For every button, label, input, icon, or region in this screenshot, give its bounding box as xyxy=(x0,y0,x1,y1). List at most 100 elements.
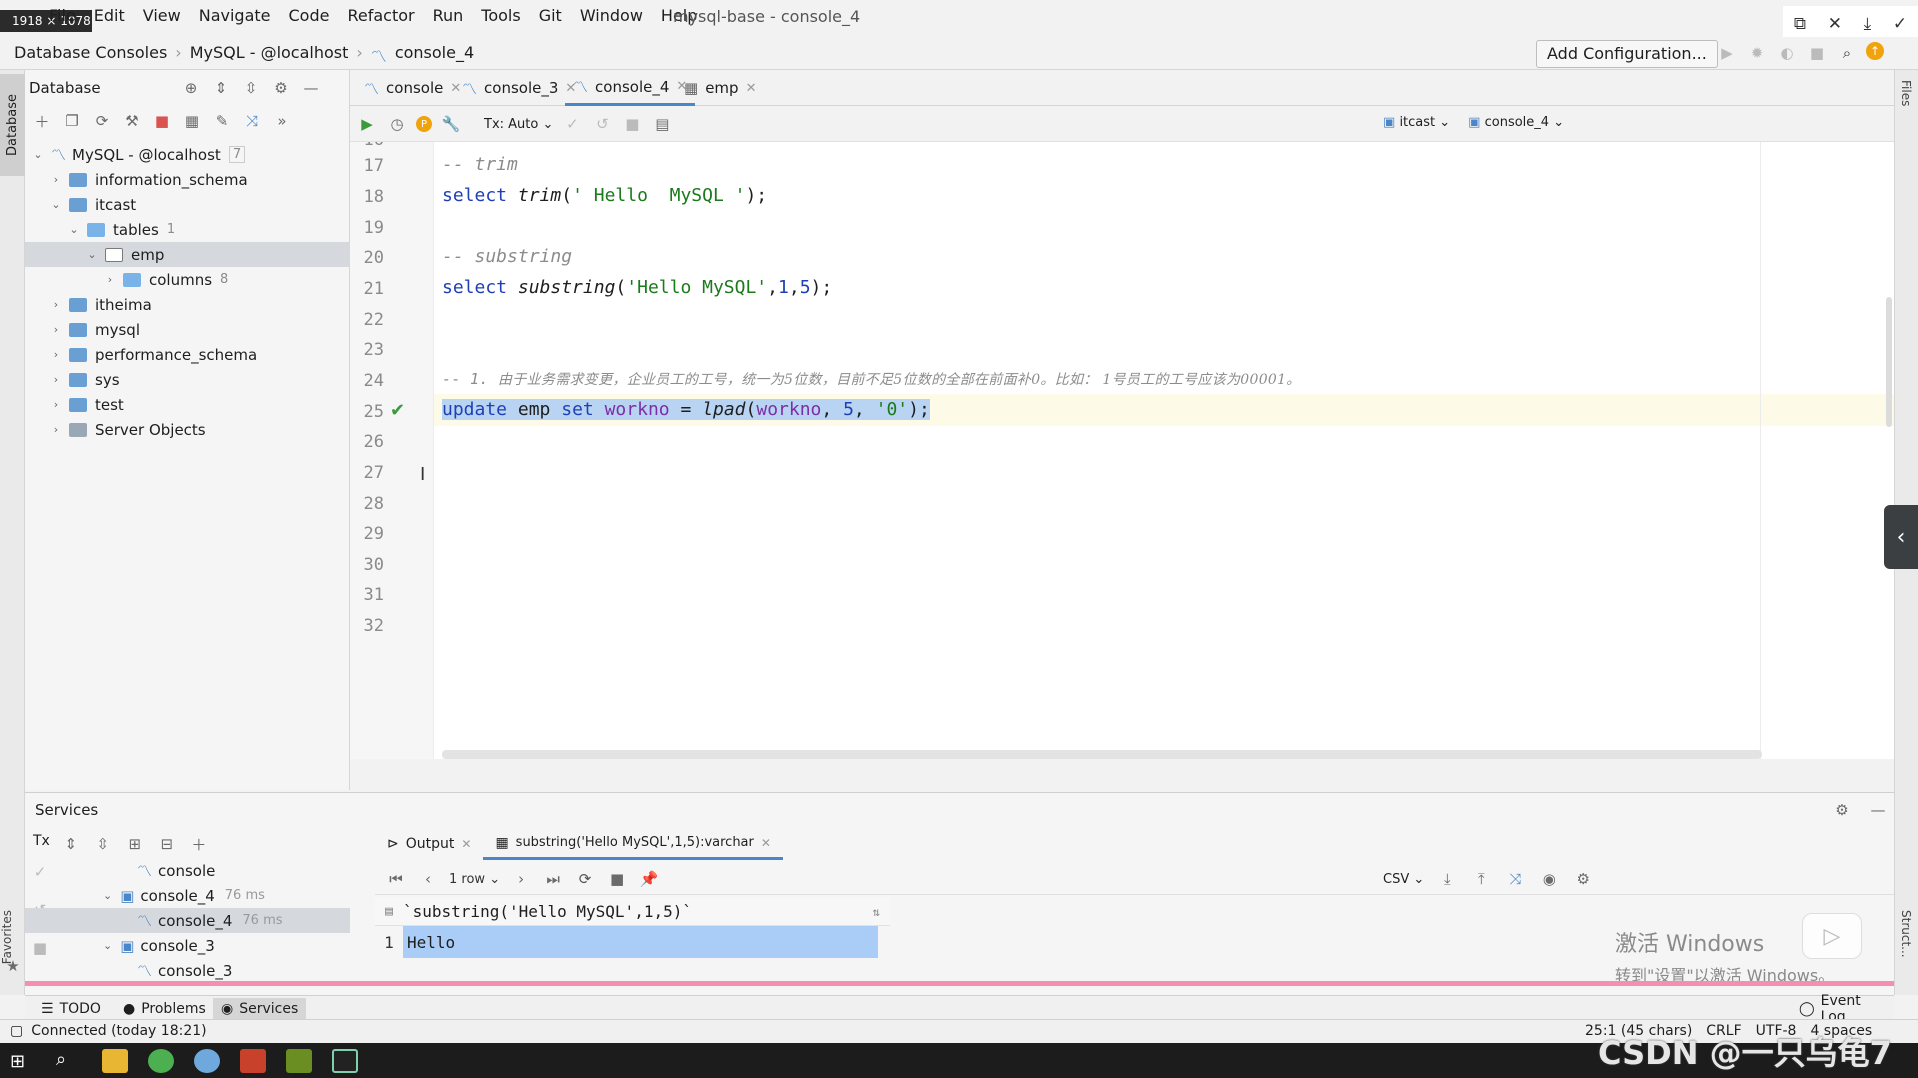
pin-icon[interactable]: 📌 xyxy=(638,868,660,890)
tab-output[interactable]: ⊳ Output ✕ xyxy=(375,828,483,860)
next-page-icon[interactable]: › xyxy=(510,868,532,890)
download-icon[interactable]: ⤓ xyxy=(1864,14,1872,34)
new-service-icon[interactable]: ⊟ xyxy=(156,833,178,855)
crumb-database-consoles[interactable]: Database Consoles xyxy=(14,43,167,67)
gear-icon[interactable]: ⚙ xyxy=(270,77,292,99)
add-icon[interactable]: ＋ xyxy=(188,833,210,855)
commit-icon[interactable]: ✓ xyxy=(561,113,583,135)
close-icon[interactable]: ✕ xyxy=(761,836,771,850)
rollback-icon[interactable]: ↺ xyxy=(591,113,613,135)
play-icon[interactable]: ▷ xyxy=(1802,913,1862,959)
vertical-scrollbar[interactable] xyxy=(1886,297,1892,427)
menu-edit[interactable]: Edit xyxy=(85,6,134,25)
profile-icon[interactable]: P xyxy=(416,116,432,132)
chevron-down-icon[interactable]: ⌄ xyxy=(103,889,112,902)
chrome-icon[interactable] xyxy=(148,1049,174,1073)
compare-icon[interactable]: ⤨ xyxy=(1504,868,1526,890)
tree-item-columns[interactable]: › columns 8 xyxy=(25,267,350,292)
close-icon[interactable]: ✕ xyxy=(461,837,471,851)
menu-run[interactable]: Run xyxy=(424,6,473,25)
add-icon[interactable]: ＋ xyxy=(31,110,53,132)
datagrip-icon[interactable] xyxy=(332,1049,358,1073)
side-panel-toggle-icon[interactable]: ‹ xyxy=(1884,505,1918,569)
first-page-icon[interactable]: ⏮ xyxy=(385,868,407,890)
gear-icon[interactable]: ⚙ xyxy=(1831,799,1853,821)
rows-select[interactable]: 1 row ⌄ xyxy=(449,872,500,887)
service-item-console-4-run[interactable]: 〽 console_4 76 ms xyxy=(25,908,350,933)
minimize-icon[interactable]: — xyxy=(300,77,322,99)
chevron-right-icon[interactable]: › xyxy=(49,173,63,186)
copy-icon[interactable]: ❐ xyxy=(61,110,83,132)
chevron-right-icon[interactable]: › xyxy=(49,348,63,361)
schema-select[interactable]: ▣ itcast ⌄ xyxy=(1383,115,1450,130)
chevron-down-icon[interactable]: ⌄ xyxy=(103,939,112,952)
structure-tool-tab[interactable]: Struct... xyxy=(1899,910,1913,958)
debug-icon[interactable]: ✹ xyxy=(1746,42,1768,64)
view-icon[interactable]: ◉ xyxy=(1538,868,1560,890)
search-icon[interactable]: ⌕ xyxy=(56,1049,66,1070)
stop-icon[interactable]: ■ xyxy=(1806,42,1828,64)
service-item-console-4[interactable]: ⌄ ▣ console_4 76 ms xyxy=(25,883,350,908)
history-icon[interactable]: ◷ xyxy=(386,113,408,135)
chevron-down-icon[interactable]: ⌄ xyxy=(85,248,99,261)
tx-button[interactable]: Tx xyxy=(33,833,50,855)
stop-icon[interactable]: ■ xyxy=(151,110,173,132)
expand-all-icon[interactable]: ⇕ xyxy=(60,833,82,855)
menu-file[interactable]: File xyxy=(40,6,85,25)
menu-git[interactable]: Git xyxy=(530,6,571,25)
tree-item-test[interactable]: › test xyxy=(25,392,350,417)
result-cell[interactable]: Hello xyxy=(403,926,878,958)
tab-emp[interactable]: ▦ emp ✕ xyxy=(676,70,764,106)
chevron-down-icon[interactable]: ⌄ xyxy=(67,223,81,236)
target-icon[interactable]: ⊕ xyxy=(180,77,202,99)
tree-item-tables[interactable]: ⌄ tables 1 xyxy=(25,217,350,242)
run-icon[interactable]: ▶ xyxy=(1716,42,1738,64)
add-configuration-button[interactable]: Add Configuration... xyxy=(1536,40,1718,68)
popout-icon[interactable]: ⧉ xyxy=(1794,14,1806,34)
star-icon[interactable]: ★ xyxy=(2,955,24,977)
chevron-right-icon[interactable]: › xyxy=(49,423,63,436)
upload-icon[interactable]: ⤒ xyxy=(1470,868,1492,890)
tree-item-itcast[interactable]: ⌄ itcast xyxy=(25,192,350,217)
refresh-icon[interactable]: ⟳ xyxy=(574,868,596,890)
service-item-console-3[interactable]: ⌄ ▣ console_3 xyxy=(25,933,350,958)
tree-item-performance-schema[interactable]: › performance_schema xyxy=(25,342,350,367)
more-icon[interactable]: » xyxy=(271,110,293,132)
session-select[interactable]: ▣ console_4 ⌄ xyxy=(1468,115,1564,130)
window-icon[interactable]: ▢ xyxy=(10,1023,23,1039)
powerpoint-icon[interactable] xyxy=(240,1049,266,1073)
tool-tab-services[interactable]: ◉ Services xyxy=(213,998,307,1020)
app-icon[interactable] xyxy=(194,1049,220,1073)
menu-view[interactable]: View xyxy=(134,6,190,25)
tree-item-emp[interactable]: ⌄ emp xyxy=(25,242,350,267)
stop-icon[interactable]: ■ xyxy=(606,868,628,890)
table-row[interactable]: 1 Hello xyxy=(375,926,890,958)
minimize-icon[interactable]: — xyxy=(1867,799,1889,821)
close-icon[interactable]: ✕ xyxy=(1828,14,1842,34)
group-icon[interactable]: ⊞ xyxy=(124,833,146,855)
tab-console[interactable]: 〽 console ✕ xyxy=(356,70,469,106)
format-select[interactable]: CSV ⌄ xyxy=(1383,872,1424,887)
file-explorer-icon[interactable] xyxy=(102,1049,128,1073)
column-header[interactable]: `substring('Hello MySQL',1,5)` xyxy=(403,902,873,921)
jump-icon[interactable]: ⤨ xyxy=(241,110,263,132)
search-icon[interactable]: ⌕ xyxy=(1836,42,1858,64)
download-icon[interactable]: ⤓ xyxy=(1436,868,1458,890)
tx-mode-select[interactable]: Tx: Auto ⌄ xyxy=(484,117,553,132)
tool-tab-todo[interactable]: ☰ TODO xyxy=(33,998,109,1020)
code-editor[interactable]: 16 17 18 19 20 21 22 23 24 25 26 27 28 2… xyxy=(350,142,1894,759)
output-settings-icon[interactable]: ▤ xyxy=(651,113,673,135)
collapse-all-icon[interactable]: ⇳ xyxy=(92,833,114,855)
coverage-icon[interactable]: ◐ xyxy=(1776,42,1798,64)
tool-tab-event-log[interactable]: ◯ Event Log xyxy=(1791,993,1894,1025)
menu-code[interactable]: Code xyxy=(280,6,339,25)
tool-tab-problems[interactable]: ● Problems xyxy=(115,998,214,1020)
service-item-console[interactable]: 〽 console xyxy=(25,858,350,883)
tree-item-mysql-localhost[interactable]: ⌄ 〽 MySQL - @localhost 7 xyxy=(25,142,350,167)
editor-app-icon[interactable] xyxy=(286,1049,312,1073)
chevron-right-icon[interactable]: › xyxy=(103,273,117,286)
windows-start-icon[interactable]: ⊞ xyxy=(10,1051,25,1072)
crumb-console-4[interactable]: console_4 xyxy=(395,43,474,67)
check-icon[interactable]: ✓ xyxy=(1893,14,1907,34)
menu-refactor[interactable]: Refactor xyxy=(338,6,423,25)
